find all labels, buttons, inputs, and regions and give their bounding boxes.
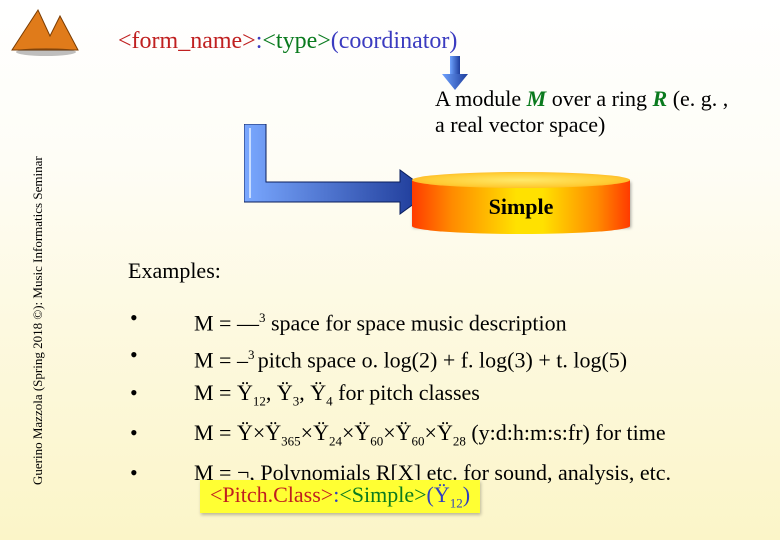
bullet: •: [130, 339, 194, 376]
list-item: •M = Ÿ×Ÿ365×Ÿ24×Ÿ60×Ÿ60×Ÿ28 (y:d:h:m:s:f…: [130, 417, 750, 457]
module-symbol: M: [527, 86, 547, 111]
simple-cylinder: Simple: [412, 172, 630, 234]
list-item-text: M = Ÿ×Ÿ365×Ÿ24×Ÿ60×Ÿ60×Ÿ28 (y:d:h:m:s:fr…: [194, 417, 666, 457]
examples-list: •M = —3 space for space music descriptio…: [130, 302, 750, 489]
text: over a ring: [546, 86, 652, 111]
list-item-text: M = —3 space for space music description: [194, 302, 567, 339]
list-item-text: M = Ÿ12, Ÿ3, Ÿ4 for pitch classes: [194, 377, 480, 417]
list-item: •M = –3 pitch space o. log(2) + f. log(3…: [130, 339, 750, 376]
bullet: •: [130, 302, 194, 339]
text: A module: [435, 86, 527, 111]
cylinder-label: Simple: [412, 194, 630, 220]
list-item-text: M = –3 pitch space o. log(2) + f. log(3)…: [194, 339, 627, 376]
list-item: •M = Ÿ12, Ÿ3, Ÿ4 for pitch classes: [130, 377, 750, 417]
examples-heading: Examples:: [128, 258, 221, 284]
bullet: •: [130, 417, 194, 457]
ring-symbol: R: [653, 86, 668, 111]
slide-footer: Guerino Mazzola (Spring 2018 ©): Music I…: [30, 156, 46, 485]
bullet: •: [130, 457, 194, 489]
logo-icon: [10, 6, 82, 58]
pitch-class-example: <Pitch.Class>:<Simple>(Ÿ12): [200, 480, 480, 513]
bullet: •: [130, 377, 194, 417]
list-item: •M = —3 space for space music descriptio…: [130, 302, 750, 339]
module-definition: A module M over a ring R (e. g. , a real…: [435, 86, 740, 138]
l-arrow-icon: [244, 124, 434, 224]
slide-title: <form_name>:<type>(coordinator): [118, 28, 457, 55]
